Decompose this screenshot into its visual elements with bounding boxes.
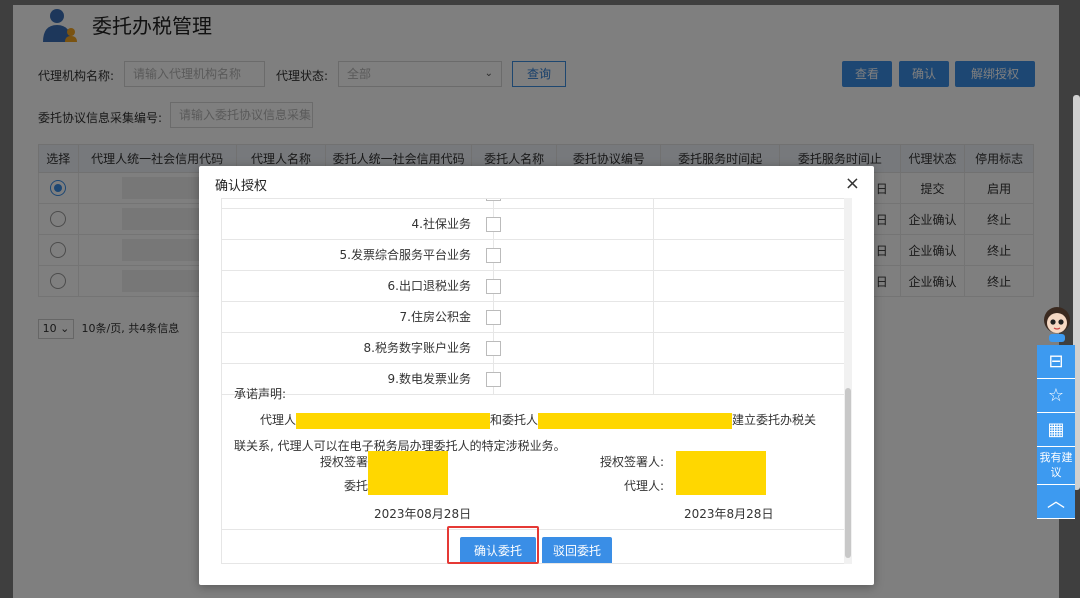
promise-statement: 承诺声明: 代理人 和委托人 建立委托办税关 联关系, 代理人可以在电子税务局办理委… — [234, 381, 834, 459]
service-label: 5.发票综合服务平台业务 — [222, 240, 494, 271]
service-row: 3.个税业务 — [222, 199, 844, 209]
service-checkbox[interactable] — [486, 248, 501, 263]
service-checkbox[interactable] — [486, 279, 501, 294]
promise-text-1: 代理人 — [260, 413, 297, 427]
service-row: 5.发票综合服务平台业务 — [222, 240, 844, 271]
service-row: 8.税务数字账户业务 — [222, 333, 844, 364]
service-checkbox[interactable] — [486, 217, 501, 232]
service-label: 8.税务数字账户业务 — [222, 333, 494, 364]
chevron-up-icon[interactable]: ︿ — [1037, 485, 1075, 519]
service-row: 6.出口退税业务 — [222, 271, 844, 302]
reject-delegation-button[interactable]: 驳回委托 — [542, 537, 612, 563]
close-icon[interactable]: × — [845, 173, 860, 194]
left-date: 2023年08月28日 — [374, 507, 472, 521]
service-row: 4.社保业务 — [222, 209, 844, 240]
dialog-title: 确认授权 — [215, 179, 268, 194]
redacted-agent-name — [296, 412, 491, 429]
dialog-header: 确认授权 × — [199, 166, 874, 202]
dialog-body: 3.个税业务 4.社保业务 5.发票综合服务平台业务 6.出口退税业务 7.住房… — [221, 198, 845, 564]
promise-text-3: 建立委托办税关 — [732, 413, 817, 427]
service-checkbox[interactable] — [486, 341, 501, 356]
document-icon[interactable]: ⊟ — [1037, 345, 1075, 379]
scrollbar-thumb[interactable] — [845, 388, 851, 558]
service-row: 7.住房公积金 — [222, 302, 844, 333]
floating-toolbar: ⊟ ☆ ▦ 我有建议 ︿ — [1037, 345, 1075, 519]
service-label: 4.社保业务 — [222, 209, 494, 240]
service-label: 7.住房公积金 — [222, 302, 494, 333]
dialog-scrollbar[interactable] — [844, 198, 852, 564]
service-label: 3.个税业务 — [222, 199, 494, 209]
promise-title: 承诺声明: — [234, 387, 287, 401]
highlight-annotation — [447, 526, 539, 564]
calculator-icon[interactable]: ▦ — [1037, 413, 1075, 447]
service-label: 6.出口退税业务 — [222, 271, 494, 302]
right-signer-label: 授权签署人: — [599, 455, 664, 469]
agent-label: 代理人: — [623, 479, 664, 493]
redacted-agent-signer — [676, 451, 766, 495]
assistant-avatar-icon[interactable] — [1040, 304, 1074, 344]
service-checkbox[interactable] — [486, 199, 501, 201]
right-date: 2023年8月28日 — [684, 507, 774, 521]
suggestion-button[interactable]: 我有建议 — [1037, 447, 1075, 485]
redacted-principal-name — [538, 412, 733, 429]
redacted-principal-signer — [368, 451, 448, 495]
service-checkbox[interactable] — [486, 310, 501, 325]
confirm-auth-dialog: 确认授权 × 3.个税业务 4.社保业务 5.发票综合服务平台业务 6.出口退税… — [199, 166, 874, 585]
promise-text-2: 和委托人 — [490, 413, 539, 427]
star-icon[interactable]: ☆ — [1037, 379, 1075, 413]
